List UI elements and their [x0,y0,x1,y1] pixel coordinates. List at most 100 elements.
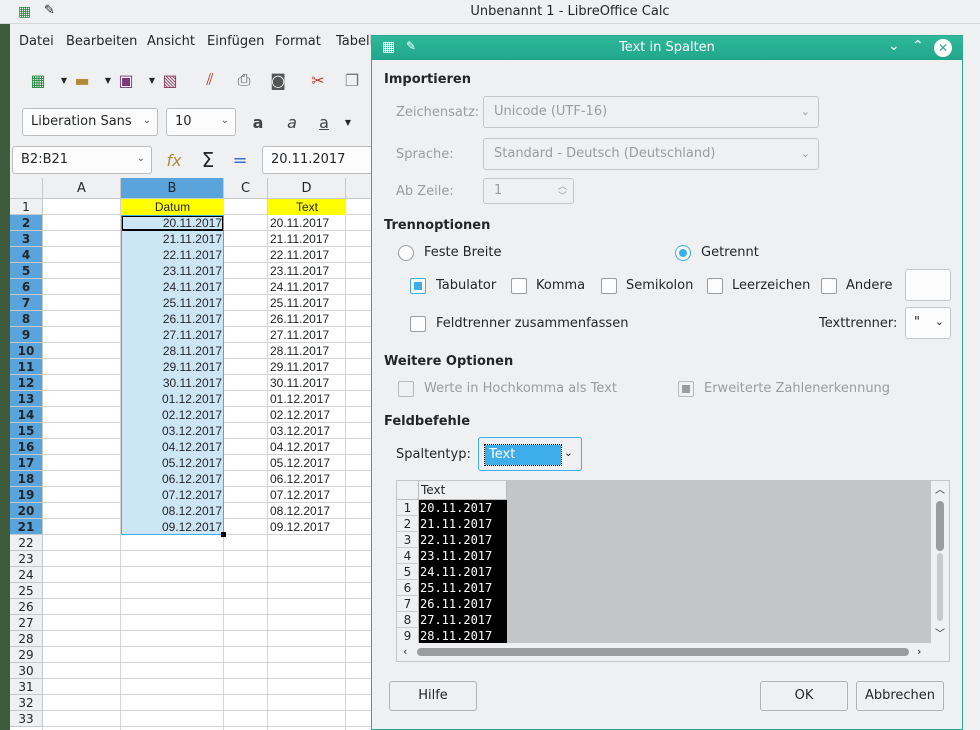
scroll-right-icon[interactable]: › [917,645,921,658]
text-cell[interactable]: 04.12.2017 [268,439,346,455]
column-header-b[interactable]: B [121,178,224,199]
merge-delimiters-checkbox[interactable] [410,316,426,332]
text-cell[interactable]: 26.11.2017 [268,311,346,327]
text-cell[interactable]: 23.11.2017 [268,263,346,279]
font-name-combo[interactable]: Liberation Sans ⌄ [22,108,158,136]
row-header[interactable]: 12 [10,375,43,391]
row-header[interactable]: 26 [10,599,43,615]
comma-checkbox[interactable] [511,278,527,294]
scroll-up-icon[interactable]: ︿ [935,481,945,496]
row-header[interactable]: 31 [10,679,43,695]
ok-button[interactable]: OK [760,681,848,711]
date-cell[interactable]: 25.11.2017 [121,295,224,311]
preview-area[interactable]: Text 120.11.2017221.11.2017322.11.201742… [396,480,950,662]
header-cell-text[interactable]: Text [268,199,346,215]
horizontal-scroll-thumb[interactable] [417,648,909,656]
menu-einfuegen[interactable]: Einfügen [207,34,264,49]
print-preview-icon[interactable]: ◙ [266,68,290,92]
header-cell-datum[interactable]: Datum [121,199,224,215]
row-header[interactable]: 19 [10,487,43,503]
spreadsheet-grid[interactable]: A B C D 1DatumText220.11.201720.11.20173… [10,178,372,730]
row-header[interactable]: 33 [10,711,43,727]
other-label[interactable]: Andere [846,278,892,293]
row-header[interactable]: 25 [10,583,43,599]
fixed-width-radio[interactable] [398,245,414,261]
text-cell[interactable]: 05.12.2017 [268,455,346,471]
date-cell[interactable]: 03.12.2017 [121,423,224,439]
row-header[interactable]: 8 [10,311,43,327]
menu-ansicht[interactable]: Ansicht [147,34,195,49]
date-cell[interactable]: 21.11.2017 [121,231,224,247]
help-button[interactable]: Hilfe [389,681,477,711]
row-header[interactable]: 21 [10,519,43,535]
row-header[interactable]: 6 [10,279,43,295]
date-cell[interactable]: 07.12.2017 [121,487,224,503]
menu-bearbeiten[interactable]: Bearbeiten [66,34,137,49]
date-cell[interactable]: 29.11.2017 [121,359,224,375]
text-cell[interactable]: 20.11.2017 [268,215,346,231]
text-cell[interactable]: 06.12.2017 [268,471,346,487]
row-header[interactable]: 23 [10,551,43,567]
date-cell[interactable]: 28.11.2017 [121,343,224,359]
row-header[interactable]: 27 [10,615,43,631]
scroll-down-icon[interactable]: ﹀ [935,625,945,640]
vertical-scroll-thumb[interactable] [936,501,944,551]
copy-icon[interactable]: ❐ [340,68,364,92]
text-cell[interactable]: 03.12.2017 [268,423,346,439]
row-header[interactable]: 29 [10,647,43,663]
date-cell[interactable]: 26.11.2017 [121,311,224,327]
row-header[interactable]: 9 [10,327,43,343]
text-cell[interactable]: 27.11.2017 [268,327,346,343]
date-cell[interactable]: 09.12.2017 [121,519,224,535]
close-icon[interactable]: ✕ [934,39,952,57]
date-cell[interactable]: 05.12.2017 [121,455,224,471]
row-header[interactable]: 24 [10,567,43,583]
font-size-combo[interactable]: 10 ⌄ [166,108,236,136]
italic-icon[interactable]: a [280,110,304,134]
date-cell[interactable]: 30.11.2017 [121,375,224,391]
row-header[interactable]: 15 [10,423,43,439]
text-delimiter-combo[interactable]: " ⌄ [905,307,951,339]
row-header[interactable]: 2 [10,215,43,231]
function-wizard-icon[interactable]: fx [162,148,186,172]
text-cell[interactable]: 08.12.2017 [268,503,346,519]
text-cell[interactable]: 02.12.2017 [268,407,346,423]
row-header[interactable]: 7 [10,295,43,311]
row-header[interactable]: 32 [10,695,43,711]
column-header-e[interactable] [346,178,372,199]
date-cell[interactable]: 02.12.2017 [121,407,224,423]
preview-column-header[interactable]: Text [419,481,507,500]
date-cell[interactable]: 24.11.2017 [121,279,224,295]
row-header[interactable]: 11 [10,359,43,375]
column-header-d[interactable]: D [268,178,346,199]
separated-label[interactable]: Getrennt [701,245,759,260]
save-icon[interactable]: ▣ [114,68,138,92]
semicolon-label[interactable]: Semikolon [626,278,693,293]
formula-input[interactable]: 20.11.2017 [262,146,372,174]
row-header[interactable]: 14 [10,407,43,423]
tab-label[interactable]: Tabulator [436,278,496,293]
scroll-left-icon[interactable]: ‹ [403,645,407,658]
open-folder-icon[interactable]: ▬ [70,68,94,92]
row-header[interactable]: 1 [10,199,43,215]
space-label[interactable]: Leerzeichen [732,278,810,293]
cancel-button[interactable]: Abbrechen [856,681,944,711]
date-cell[interactable]: 20.11.2017 [121,215,224,231]
row-header[interactable]: 22 [10,535,43,551]
comma-label[interactable]: Komma [536,278,585,293]
text-cell[interactable]: 24.11.2017 [268,279,346,295]
name-box[interactable]: B2:B21 ⌄ [12,146,152,174]
column-header-c[interactable]: C [224,178,268,199]
cut-icon[interactable]: ✂ [306,68,330,92]
other-checkbox[interactable] [821,278,837,294]
preview-horizontal-scrollbar[interactable]: ‹ › [397,643,949,661]
menu-format[interactable]: Format [275,34,321,49]
fixed-width-label[interactable]: Feste Breite [424,245,501,260]
tab-checkbox[interactable] [410,278,426,294]
text-cell[interactable]: 22.11.2017 [268,247,346,263]
date-cell[interactable]: 06.12.2017 [121,471,224,487]
semicolon-checkbox[interactable] [601,278,617,294]
new-document-icon[interactable]: ▦ [26,68,50,92]
date-cell[interactable]: 27.11.2017 [121,327,224,343]
text-cell[interactable]: 30.11.2017 [268,375,346,391]
